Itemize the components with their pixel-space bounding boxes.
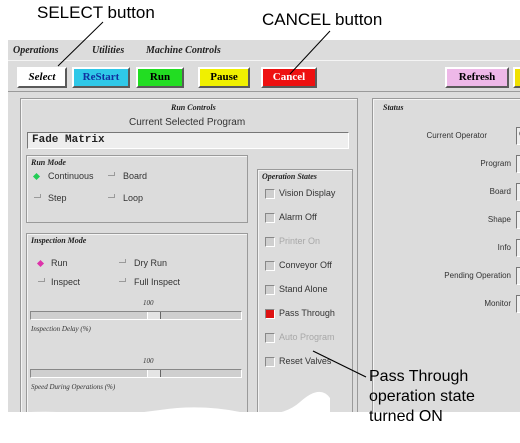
annotation-pass-through-line3: turned ON — [369, 408, 443, 425]
annotation-pass-through-line2: operation state — [369, 388, 475, 405]
annotation-pass-through-line1: Pass Through — [369, 368, 469, 385]
annotation-pass-through: Pass Through operation state turned ON — [369, 367, 475, 427]
